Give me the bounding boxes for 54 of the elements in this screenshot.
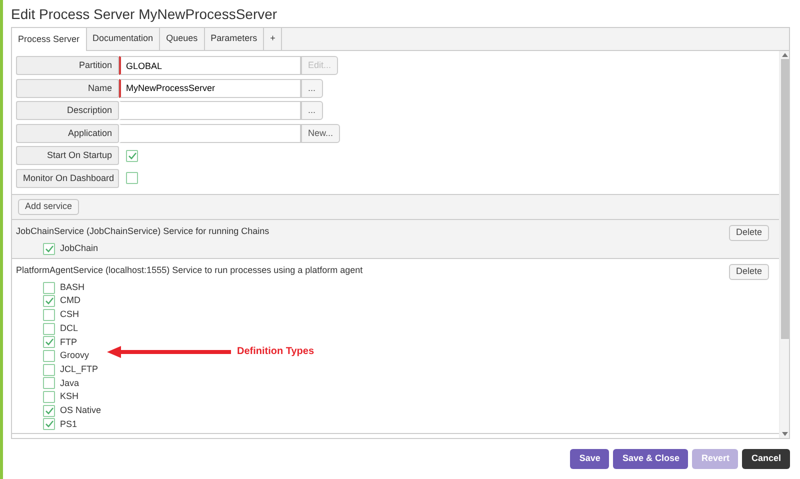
service-description: JobChainService (JobChainService) Service for running Chains — [16, 224, 270, 238]
checkbox[interactable] — [43, 295, 55, 308]
field-label: Description — [16, 101, 119, 120]
checkbox[interactable] — [43, 242, 55, 254]
checkbox[interactable] — [43, 350, 55, 362]
checkbox-label: JCL_FTP — [60, 362, 98, 376]
arrow-icon — [107, 346, 231, 358]
field-label: Application — [16, 124, 119, 142]
checkbox-label: Groovy — [60, 349, 90, 362]
checkbox-label: OS Native — [60, 404, 102, 417]
field-label: Name — [16, 78, 119, 98]
checkbox[interactable] — [43, 322, 55, 335]
checkbox-label: BASH — [60, 280, 85, 294]
delete-button[interactable]: Delete — [728, 264, 769, 280]
field-button[interactable]: ... — [301, 101, 323, 120]
field-label: Start On Startup — [16, 146, 119, 165]
scroll-down-icon[interactable] — [782, 432, 788, 436]
footer-button[interactable]: Save & Close — [613, 449, 688, 469]
checkbox[interactable] — [43, 418, 55, 430]
checkbox[interactable] — [43, 391, 55, 403]
footer-button[interactable]: Save — [570, 449, 610, 469]
footer-button[interactable]: Cancel — [742, 449, 790, 469]
checkbox-label: JobChain — [60, 242, 98, 255]
checkbox-label: Java — [60, 376, 80, 390]
field-button[interactable]: New... — [301, 124, 340, 142]
checkbox-label: CSH — [60, 308, 80, 322]
checkbox[interactable] — [126, 172, 138, 184]
checkbox[interactable] — [126, 150, 138, 162]
checkbox-label: DCL — [60, 322, 78, 335]
checkbox-label: KSH — [60, 390, 79, 404]
checkbox[interactable] — [43, 364, 55, 376]
input-field[interactable] — [119, 124, 301, 142]
checkbox-label: CMD — [60, 294, 80, 308]
scroll-up-icon[interactable] — [782, 53, 788, 57]
annotation-label: Definition Types — [237, 345, 314, 359]
checkbox[interactable] — [43, 336, 55, 348]
input-field[interactable]: MyNewProcessServer — [119, 78, 301, 98]
checkbox[interactable] — [43, 377, 55, 390]
field-label: Partition — [16, 56, 119, 75]
checkbox-label: FTP — [60, 336, 77, 348]
service-description: PlatformAgentService (localhost:1555) Service to run processes using a platform agent — [16, 264, 363, 277]
input-field[interactable]: GLOBAL — [119, 56, 301, 75]
tab[interactable]: Process Server — [12, 28, 87, 51]
field-label: Monitor On Dashboard — [16, 168, 119, 188]
checkbox[interactable] — [43, 404, 55, 417]
checkbox[interactable] — [43, 308, 55, 321]
input-field[interactable] — [119, 101, 301, 120]
delete-button[interactable]: Delete — [728, 224, 769, 240]
add-service-button[interactable]: Add service — [18, 198, 80, 214]
scrollbar[interactable] — [779, 51, 789, 438]
field-button[interactable]: ... — [301, 78, 323, 98]
checkbox[interactable] — [43, 282, 55, 294]
checkbox-label: PS1 — [60, 418, 78, 431]
window-title: Edit Process Server MyNewProcessServer — [11, 5, 278, 24]
